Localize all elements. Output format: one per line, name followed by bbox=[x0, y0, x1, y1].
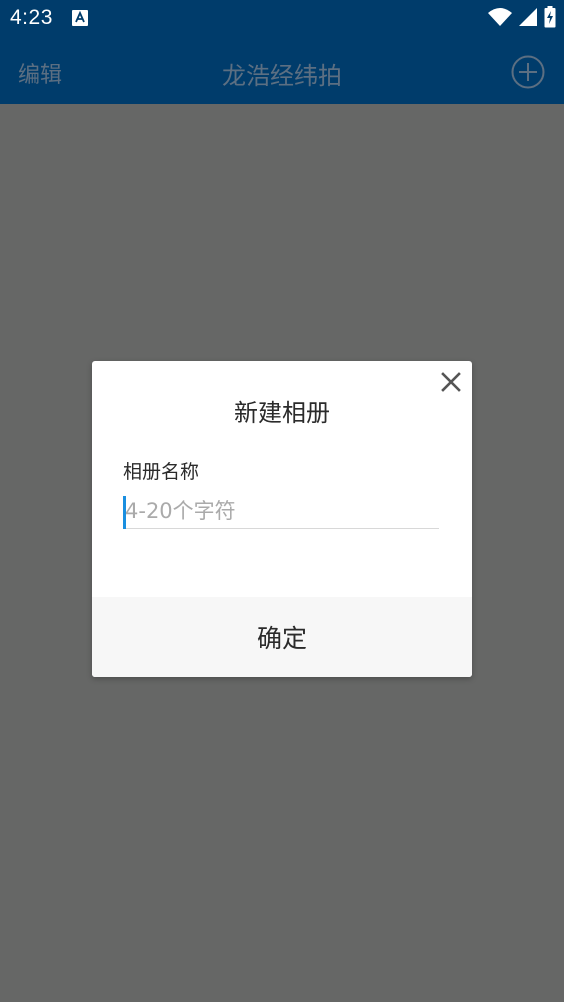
battery-charging-icon bbox=[544, 6, 556, 32]
cell-signal-icon bbox=[518, 7, 538, 31]
status-bar: 4:23 bbox=[0, 0, 564, 38]
plus-circle-icon[interactable] bbox=[510, 54, 546, 90]
status-icons bbox=[482, 6, 556, 32]
wifi-icon bbox=[488, 7, 512, 31]
confirm-button[interactable]: 确定 bbox=[92, 597, 472, 677]
album-name-input[interactable] bbox=[123, 493, 439, 529]
page-title: 龙浩经纬拍 bbox=[222, 62, 342, 90]
new-album-dialog: 新建相册 相册名称 确定 bbox=[92, 361, 472, 677]
close-icon[interactable] bbox=[440, 371, 462, 393]
dialog-title: 新建相册 bbox=[234, 399, 330, 427]
text-caret bbox=[123, 496, 126, 529]
app-bar: 编辑 龙浩经纬拍 bbox=[0, 38, 564, 104]
status-time: 4:23 bbox=[10, 6, 53, 29]
keyboard-notification-icon bbox=[72, 10, 88, 26]
album-name-label: 相册名称 bbox=[123, 461, 200, 483]
